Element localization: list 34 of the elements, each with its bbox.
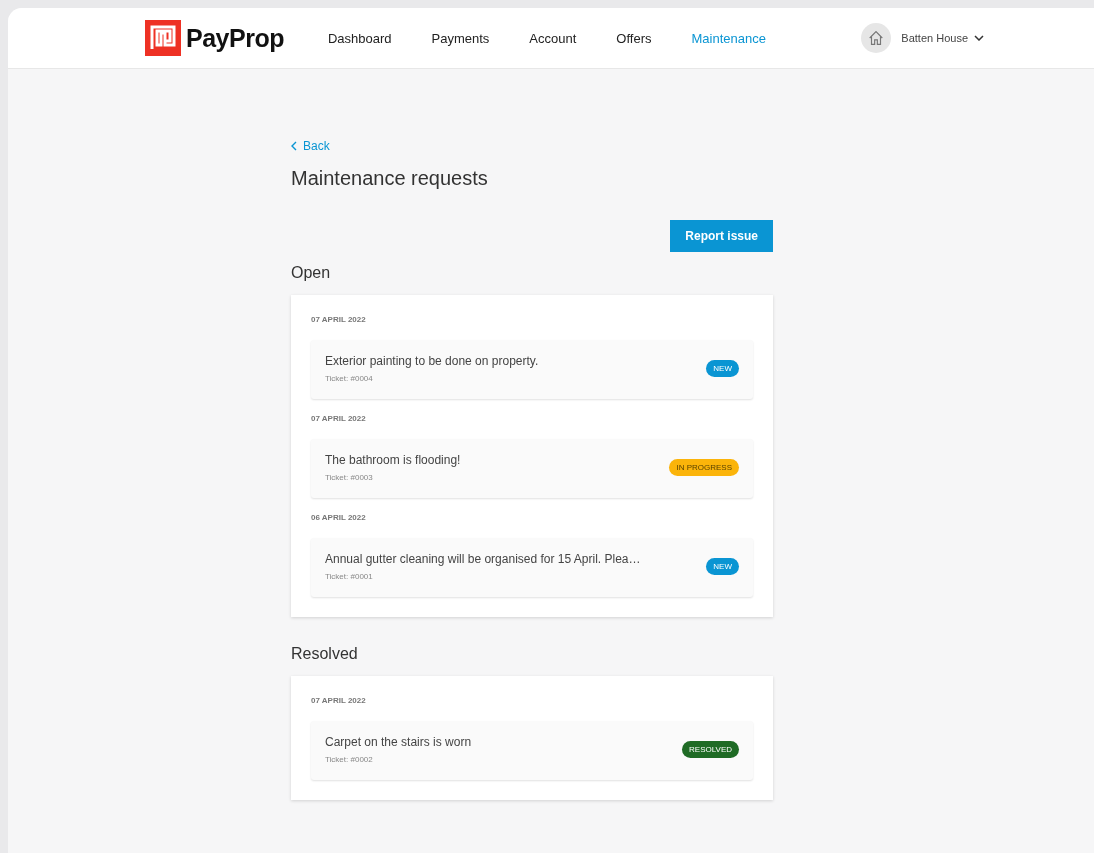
logo[interactable]: PayProp (145, 20, 284, 56)
page-title: Maintenance requests (291, 167, 489, 190)
caret-icon (974, 35, 984, 41)
logo-icon (145, 20, 181, 56)
request-title: Carpet on the stairs is worn (325, 735, 473, 749)
request-title: Annual gutter cleaning will be organised for 15 April. Plea… (325, 552, 642, 566)
status-tag: NEW (706, 558, 739, 575)
status-tag: IN PROGRESS (669, 459, 739, 476)
section-heading: Resolved (291, 645, 359, 663)
ticket-number: Ticket: #0003 (325, 473, 374, 482)
request-item[interactable]: Exterior painting to be done on property. Ticket: #0004 NEW (311, 340, 753, 399)
nav-link[interactable]: Account (509, 30, 597, 46)
date-label: 06 APRIL 2022 (311, 513, 367, 522)
request-title: Exterior painting to be done on property. (325, 354, 540, 368)
home-icon[interactable] (861, 23, 892, 53)
nav-link[interactable]: Offers (596, 30, 672, 46)
request-title: The bathroom is flooding! (325, 453, 462, 467)
logo-text: PayProp (186, 23, 284, 53)
section-heading: Open (291, 264, 332, 282)
nav-link[interactable]: Payments (411, 30, 510, 46)
ticket-number: Ticket: #0001 (325, 572, 374, 581)
property-dropdown[interactable]: Batten House (901, 32, 984, 44)
ticket-number: Ticket: #0002 (325, 755, 374, 764)
ticket-number: Ticket: #0004 (325, 374, 374, 383)
chevron-left-icon (291, 141, 297, 151)
status-tag: NEW (706, 360, 739, 377)
request-item[interactable]: Annual gutter cleaning will be organised for 15 April. Plea… Ticket: #0001 NEW (311, 538, 753, 597)
date-label: 07 APRIL 2022 (311, 696, 367, 705)
date-label: 07 APRIL 2022 (311, 315, 367, 324)
status-tag: RESOLVED (682, 741, 739, 758)
date-label: 07 APRIL 2022 (311, 414, 367, 423)
nav-link[interactable]: Dashboard (307, 30, 412, 46)
request-item[interactable]: The bathroom is flooding! Ticket: #0003 IN PROGRESS (311, 439, 753, 498)
request-item[interactable]: Carpet on the stairs is worn Ticket: #0002 RESOLVED (311, 721, 753, 780)
